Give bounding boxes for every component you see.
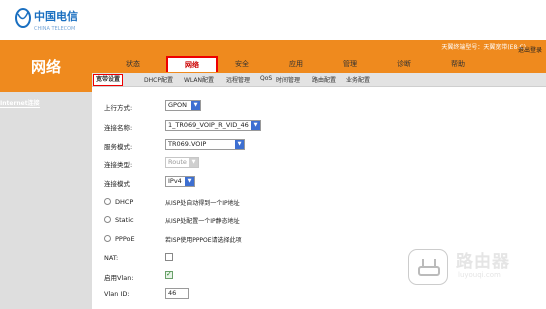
main-tabs: 状态 网络 安全 应用 管理 诊断 帮助 — [92, 55, 546, 73]
vlan-id-label: Vlan ID: — [104, 290, 130, 298]
uplink-label: 上行方式: — [104, 104, 133, 112]
watermark-name: 路由器 — [456, 252, 510, 272]
dhcp-hint: 从ISP处自动得到一个IP地址 — [165, 200, 240, 207]
chevron-down-icon: ▼ — [185, 177, 194, 186]
tab-diagnostics[interactable]: 诊断 — [378, 57, 430, 71]
subnav-dhcp-config[interactable]: DHCP配置 — [144, 75, 173, 84]
vlan-id-input[interactable]: 46 — [165, 288, 189, 299]
device-model-text: 天翼终端型号：天翼宽带(E8-C) — [441, 44, 526, 51]
chevron-down-icon: ▼ — [235, 140, 244, 149]
connection-mode-select[interactable]: IPv4 ▼ — [165, 176, 195, 187]
service-mode-label: 服务模式: — [104, 143, 133, 151]
chevron-down-icon: ▼ — [189, 158, 198, 167]
tab-applications[interactable]: 应用 — [270, 57, 322, 71]
service-mode-value: TR069.VOIP — [168, 140, 207, 148]
dhcp-label: DHCP — [115, 198, 134, 206]
left-sidebar: Internet连接 — [0, 92, 92, 309]
subnav-broadband-settings[interactable]: 宽带设置 — [93, 74, 124, 86]
sidebar-item-underline — [0, 107, 40, 108]
uplink-select[interactable]: GPON ▼ — [165, 100, 201, 111]
chevron-down-icon: ▼ — [191, 101, 200, 110]
chevron-down-icon: ▼ — [251, 121, 260, 130]
connection-type-label: 连接类型: — [104, 161, 133, 169]
tab-help[interactable]: 帮助 — [432, 57, 484, 71]
connection-mode-label: 连接模式 — [104, 180, 130, 188]
watermark-url: luyouqi.com — [458, 271, 501, 279]
pppoe-hint: 若ISP使用PPPOE请选择此项 — [165, 237, 242, 244]
router-logo-icon — [408, 249, 448, 285]
svg-text:CHINA TELECOM: CHINA TELECOM — [34, 26, 75, 32]
connection-name-value: 1_TR069_VOIP_R_VID_46 — [168, 121, 249, 129]
connection-mode-value: IPv4 — [168, 177, 182, 185]
static-radio[interactable] — [104, 216, 111, 223]
watermark: 路由器 luyouqi.com — [408, 245, 538, 289]
dhcp-radio[interactable] — [104, 198, 111, 205]
svg-text:中国电信: 中国电信 — [34, 9, 78, 23]
tab-status[interactable]: 状态 — [107, 57, 159, 71]
connection-name-label: 连接名称: — [104, 124, 133, 132]
connection-type-value: Route — [168, 158, 187, 166]
subnav-qos[interactable]: QoS — [260, 75, 272, 82]
connection-name-select[interactable]: 1_TR069_VOIP_R_VID_46 ▼ — [165, 120, 261, 131]
tab-network[interactable]: 网络 — [166, 56, 218, 72]
subnav-remote-management[interactable]: 远程管理 — [226, 75, 250, 84]
uplink-value: GPON — [168, 101, 187, 109]
section-title: 网络 — [0, 40, 92, 92]
tab-management[interactable]: 管理 — [324, 57, 376, 71]
pppoe-radio[interactable] — [104, 235, 111, 242]
pppoe-label: PPPoE — [115, 235, 135, 243]
tab-security[interactable]: 安全 — [216, 57, 268, 71]
subnav-time-management[interactable]: 时间管理 — [276, 75, 300, 84]
sidebar-item-internet-connection[interactable]: Internet连接 — [0, 98, 40, 107]
vlan-enable-checkbox[interactable] — [165, 270, 173, 279]
china-telecom-logo: 中国电信 CHINA TELECOM — [15, 8, 78, 32]
service-mode-select[interactable]: TR069.VOIP ▼ — [165, 139, 245, 150]
connection-type-select: Route ▼ — [165, 157, 199, 168]
subnav-route-config[interactable]: 路由配置 — [312, 75, 336, 84]
sub-navigation: 宽带设置 DHCP配置 WLAN配置 远程管理 QoS 时间管理 路由配置 业务… — [92, 73, 546, 87]
static-label: Static — [115, 216, 134, 224]
vlan-enable-label: 启用Vlan: — [104, 274, 134, 282]
logout-link[interactable]: 退出登录 — [518, 45, 542, 54]
subnav-service-config[interactable]: 业务配置 — [346, 75, 370, 84]
subnav-wlan-config[interactable]: WLAN配置 — [184, 75, 214, 84]
nat-checkbox[interactable] — [165, 253, 173, 261]
nat-label: NAT: — [104, 254, 119, 262]
static-hint: 从ISP处配置一个IP静态地址 — [165, 218, 240, 225]
top-bar: 中国电信 CHINA TELECOM — [0, 0, 546, 40]
